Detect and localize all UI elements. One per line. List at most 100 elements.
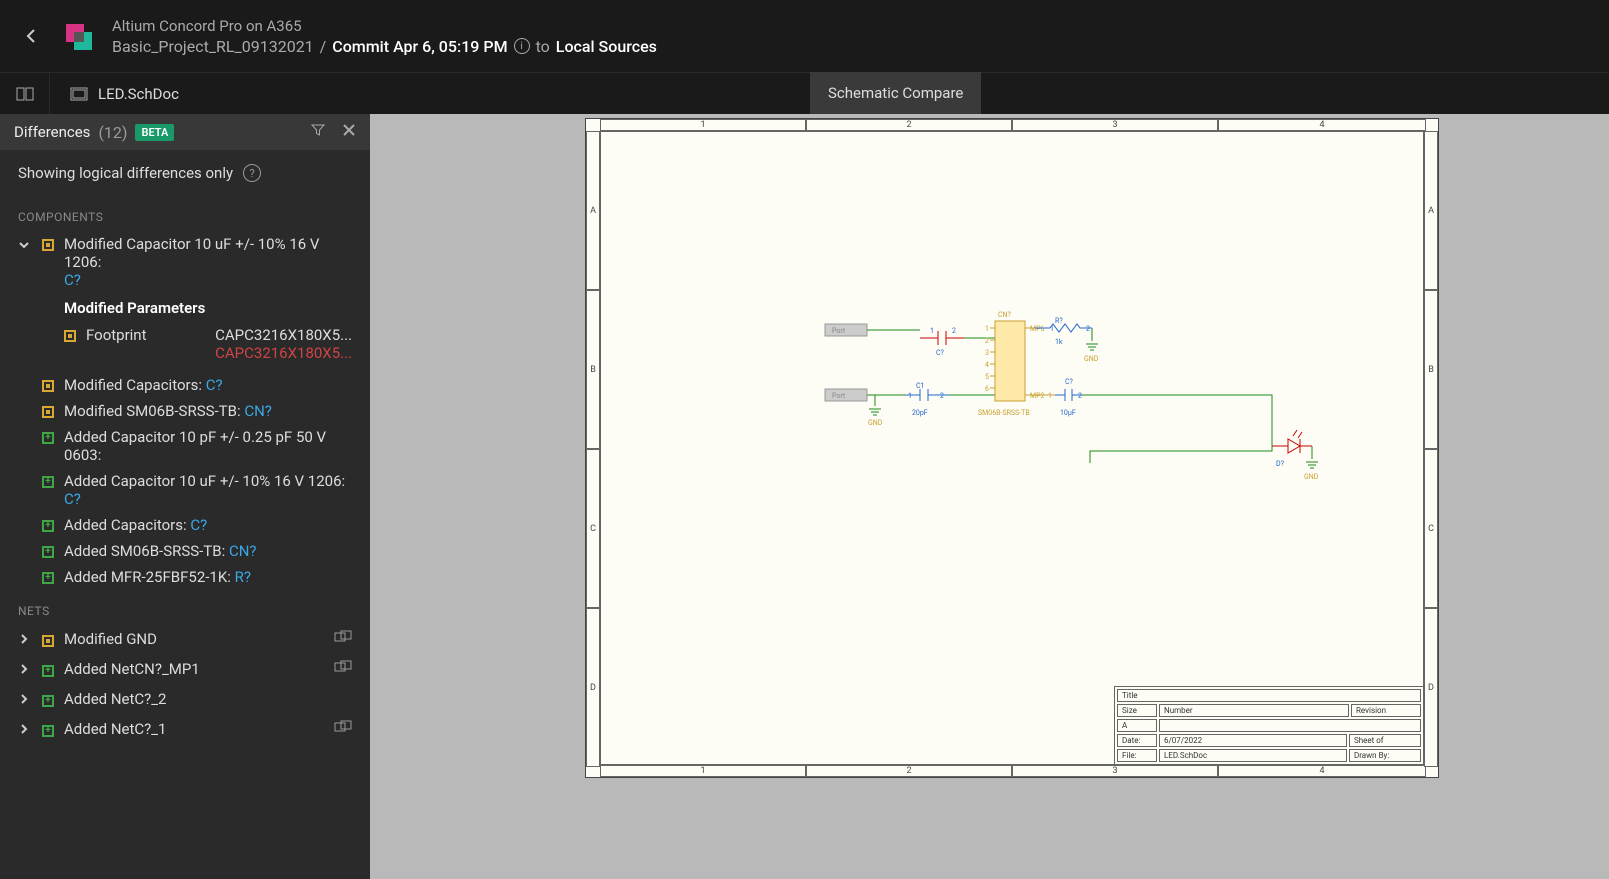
differences-count: (12) <box>98 123 127 142</box>
footprint-label: Footprint <box>86 326 215 362</box>
cross-probe-icon[interactable] <box>334 660 352 678</box>
ruler-top: 2 <box>806 119 1012 131</box>
filter-icon[interactable] <box>310 122 326 142</box>
net-item[interactable]: Modified GND <box>0 624 370 654</box>
svg-text:GND: GND <box>1084 355 1099 363</box>
back-button[interactable] <box>20 24 44 48</box>
diff-item[interactable]: Modified Capacitors: C? <box>0 372 370 398</box>
ruler-right: B <box>1424 290 1438 449</box>
svg-text:1: 1 <box>930 327 934 335</box>
svg-text:2: 2 <box>952 327 956 335</box>
modified-parameters-heading: Modified Parameters <box>0 294 370 322</box>
svg-text:GND: GND <box>1304 473 1319 481</box>
svg-text:1: 1 <box>1050 325 1054 333</box>
svg-text:C?: C? <box>1065 378 1074 386</box>
schematic-drawing: Port Port GND 1 2 C? C1 1 2 <box>600 131 1426 767</box>
schematic-canvas[interactable]: 1 2 3 4 1 2 3 4 A B C D A B C D Port Por… <box>370 114 1609 879</box>
modified-icon <box>42 380 54 392</box>
component-ref-link[interactable]: C? <box>64 490 81 508</box>
file-tab[interactable]: LED.SchDoc <box>50 85 199 103</box>
component-ref-link[interactable]: CN? <box>244 402 272 420</box>
tab-schematic-compare[interactable]: Schematic Compare <box>810 72 981 114</box>
svg-text:MP6: MP6 <box>1030 325 1045 333</box>
svg-text:GND: GND <box>868 419 883 427</box>
ruler-left: C <box>586 449 600 608</box>
ruler-right: C <box>1424 449 1438 608</box>
ruler-left: B <box>586 290 600 449</box>
file-tab-label: LED.SchDoc <box>98 85 179 103</box>
footprint-old: CAPC3216X180X5... <box>215 344 352 362</box>
added-icon <box>42 572 54 584</box>
svg-text:C?: C? <box>936 349 945 357</box>
chevron-down-icon[interactable] <box>18 237 32 255</box>
svg-text:5: 5 <box>985 373 989 381</box>
svg-text:3: 3 <box>985 349 989 357</box>
chevron-right-icon[interactable] <box>18 691 32 709</box>
chevron-right-icon[interactable] <box>18 631 32 649</box>
svg-text:1: 1 <box>985 325 989 333</box>
svg-text:SM06B-SRSS-TB: SM06B-SRSS-TB <box>978 409 1030 417</box>
ruler-top: 4 <box>1218 119 1426 131</box>
help-icon[interactable]: ? <box>243 164 261 182</box>
breadcrumb-local[interactable]: Local Sources <box>556 37 657 56</box>
added-icon <box>42 695 54 707</box>
cross-probe-icon[interactable] <box>334 630 352 648</box>
ruler-right: D <box>1424 608 1438 767</box>
svg-text:2: 2 <box>1078 392 1082 400</box>
component-ref-link[interactable]: C? <box>190 516 207 534</box>
diff-item-label[interactable]: Modified Capacitor 10 uF +/- 10% 16 V 12… <box>64 235 319 271</box>
component-ref-link[interactable]: R? <box>235 568 251 586</box>
component-ref-link[interactable]: C? <box>206 376 223 394</box>
ruler-left: A <box>586 131 600 290</box>
differences-subtitle: Showing logical differences only <box>18 164 233 182</box>
added-icon <box>42 665 54 677</box>
compare-view-icon[interactable] <box>0 73 50 115</box>
close-icon[interactable] <box>342 122 356 142</box>
diff-item[interactable]: Added Capacitors: C? <box>0 512 370 538</box>
diff-item[interactable]: Added Capacitor 10 pF +/- 0.25 pF 50 V 0… <box>0 424 370 468</box>
ruler-top: 3 <box>1012 119 1218 131</box>
diff-item[interactable]: Added Capacitor 10 uF +/- 10% 16 V 1206:… <box>0 468 370 512</box>
modified-icon <box>42 239 54 251</box>
differences-panel: Differences (12) BETA Showing logical di… <box>0 114 370 879</box>
chevron-right-icon[interactable] <box>18 721 32 739</box>
svg-text:2: 2 <box>940 392 944 400</box>
ruler-top: 1 <box>600 119 806 131</box>
net-item[interactable]: Added NetC?_2 <box>0 684 370 714</box>
diff-item[interactable]: Added MFR-25FBF52-1K: R? <box>0 564 370 590</box>
svg-text:CN?: CN? <box>998 311 1012 319</box>
section-components: COMPONENTS <box>0 196 370 230</box>
component-ref-link[interactable]: C? <box>64 271 81 289</box>
svg-text:4: 4 <box>985 361 989 369</box>
chevron-right-icon[interactable] <box>18 661 32 679</box>
modified-icon <box>42 406 54 418</box>
svg-text:Port: Port <box>832 392 846 400</box>
net-item[interactable]: Added NetCN?_MP1 <box>0 654 370 684</box>
added-icon <box>42 546 54 558</box>
breadcrumb-project[interactable]: Basic_Project_RL_09132021 <box>112 37 314 56</box>
section-nets: NETS <box>0 590 370 624</box>
footprint-new: CAPC3216X180X5... <box>215 326 352 344</box>
schematic-sheet: 1 2 3 4 1 2 3 4 A B C D A B C D Port Por… <box>585 118 1439 778</box>
cross-probe-icon[interactable] <box>334 720 352 738</box>
breadcrumb: Basic_Project_RL_09132021 / Commit Apr 6… <box>112 37 657 56</box>
differences-title: Differences <box>14 123 90 141</box>
app-title: Altium Concord Pro on A365 <box>112 17 657 35</box>
diff-item[interactable]: Added SM06B-SRSS-TB: CN? <box>0 538 370 564</box>
component-ref-link[interactable]: CN? <box>229 542 257 560</box>
svg-text:2: 2 <box>985 337 989 345</box>
app-logo <box>62 20 94 52</box>
added-icon <box>42 725 54 737</box>
ruler-right: A <box>1424 131 1438 290</box>
info-icon[interactable]: i <box>514 38 530 54</box>
added-icon <box>42 476 54 488</box>
svg-text:20pF: 20pF <box>912 409 928 417</box>
svg-text:6: 6 <box>985 385 989 393</box>
net-item[interactable]: Added NetC?_1 <box>0 714 370 744</box>
svg-text:C1: C1 <box>916 382 925 390</box>
svg-text:1k: 1k <box>1055 338 1063 346</box>
modified-icon <box>42 635 54 647</box>
diff-item[interactable]: Modified SM06B-SRSS-TB: CN? <box>0 398 370 424</box>
title-block: Title SizeNumberRevision A Date:6/07/202… <box>1114 686 1424 765</box>
breadcrumb-commit[interactable]: Commit Apr 6, 05:19 PM <box>332 37 507 56</box>
